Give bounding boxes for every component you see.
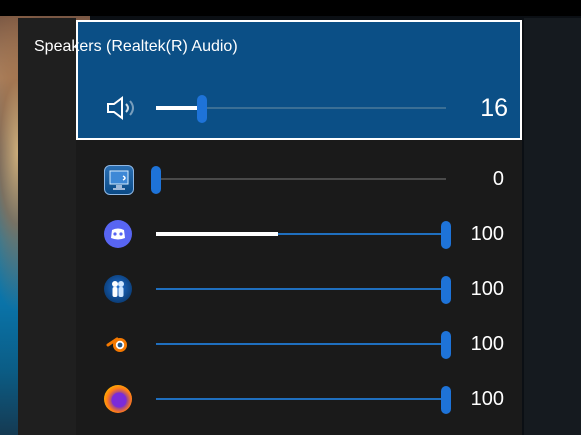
app-volume-thumb[interactable] (441, 386, 451, 414)
app-volume-value: 100 (470, 223, 504, 245)
discord-icon[interactable] (104, 220, 132, 248)
app-volume-slider[interactable] (156, 276, 451, 304)
app-volume-row: 0 (76, 154, 522, 204)
app-volume-value: 100 (470, 388, 504, 410)
app-volume-slider[interactable] (156, 331, 451, 359)
app-volume-thumb[interactable] (151, 166, 161, 194)
app-volume-row: 100 (76, 319, 522, 369)
app-volume-slider[interactable] (156, 221, 451, 249)
output-device-title: Speakers (Realtek(R) Audio) (34, 38, 238, 55)
right-backdrop-panel (524, 18, 581, 435)
master-volume-slider[interactable] (156, 95, 446, 123)
master-volume-thumb[interactable] (197, 95, 208, 123)
left-backdrop-panel (18, 18, 76, 435)
two-people-icon[interactable] (104, 275, 132, 303)
system-sounds-icon[interactable] (104, 165, 134, 195)
app-volume-row: 100 (76, 209, 522, 259)
app-volume-row: 100 (76, 374, 522, 424)
speaker-icon[interactable] (104, 94, 138, 122)
app-volume-slider[interactable] (156, 386, 451, 414)
top-bar (0, 0, 581, 16)
firefox-icon[interactable] (104, 385, 132, 413)
blender-icon[interactable] (104, 330, 132, 358)
app-volume-row: 100 (76, 264, 522, 314)
app-volume-fill (156, 232, 278, 236)
app-volume-thumb[interactable] (441, 276, 451, 304)
app-volume-slider[interactable] (151, 166, 446, 194)
app-volume-thumb[interactable] (441, 331, 451, 359)
app-volume-value: 0 (492, 168, 504, 190)
app-volume-value: 100 (470, 278, 504, 300)
master-volume-value: 16 (480, 94, 508, 122)
app-volume-thumb[interactable] (441, 221, 451, 249)
app-volume-value: 100 (470, 333, 504, 355)
